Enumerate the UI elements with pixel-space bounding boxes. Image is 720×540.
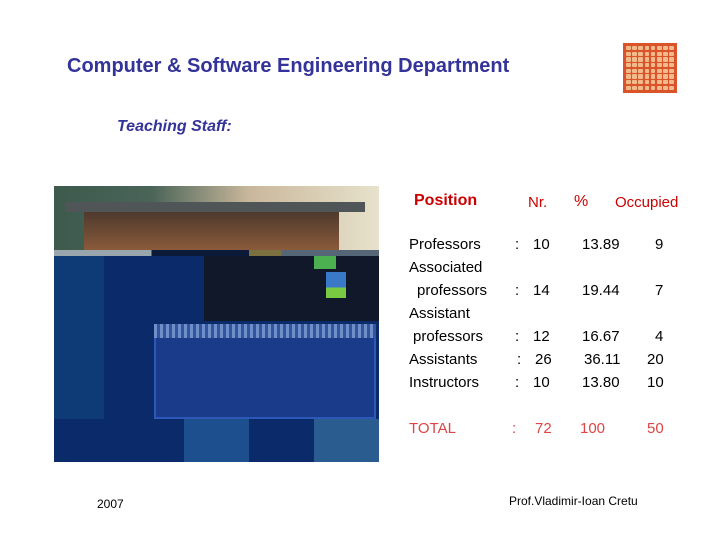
section-subtitle: Teaching Staff: xyxy=(117,118,232,135)
row-occupied: 4 xyxy=(655,328,664,345)
row-separator: : xyxy=(517,351,522,368)
row-separator: : xyxy=(515,374,520,391)
row-percent: 16.67 xyxy=(582,328,620,345)
row-nr: 12 xyxy=(533,328,550,345)
row-position-cont: professors xyxy=(417,282,488,299)
row-occupied: 10 xyxy=(647,374,664,391)
footer-year: 2007 xyxy=(97,497,124,511)
row-nr: 14 xyxy=(533,282,550,299)
row-position: Assistants xyxy=(409,351,478,368)
row-percent: 19.44 xyxy=(582,282,620,299)
row-nr: 10 xyxy=(533,374,550,391)
header-position: Position xyxy=(414,192,478,209)
header-occupied: Occupied xyxy=(615,194,679,211)
total-occupied: 50 xyxy=(647,420,664,437)
row-percent: 13.80 xyxy=(582,374,620,391)
row-percent: 13.89 xyxy=(582,236,620,253)
footer-author: Prof.Vladimir-Ioan Cretu xyxy=(509,494,638,508)
row-separator: : xyxy=(515,282,520,299)
university-grid-logo-icon xyxy=(623,43,677,93)
total-percent: 100 xyxy=(580,420,606,437)
row-position-cont: professors xyxy=(413,328,484,345)
row-position: Assistant xyxy=(409,305,470,322)
server-rack-photo xyxy=(54,186,379,462)
row-nr: 10 xyxy=(533,236,550,253)
total-label: TOTAL xyxy=(409,420,456,437)
total-separator: : xyxy=(512,420,517,437)
page-title: Computer & Software Engineering Departme… xyxy=(67,55,510,77)
header-percent: % xyxy=(574,193,589,210)
row-position: Instructors xyxy=(409,374,480,391)
row-separator: : xyxy=(515,328,520,345)
row-percent: 36.11 xyxy=(584,351,621,368)
header-nr: Nr. xyxy=(528,194,548,211)
row-occupied: 9 xyxy=(655,236,664,253)
row-position: Associated xyxy=(409,259,483,276)
row-occupied: 20 xyxy=(647,351,664,368)
total-nr: 72 xyxy=(535,420,552,437)
row-occupied: 7 xyxy=(655,282,664,299)
row-nr: 26 xyxy=(535,351,552,368)
row-position: Professors xyxy=(409,236,481,253)
row-separator: : xyxy=(515,236,520,253)
